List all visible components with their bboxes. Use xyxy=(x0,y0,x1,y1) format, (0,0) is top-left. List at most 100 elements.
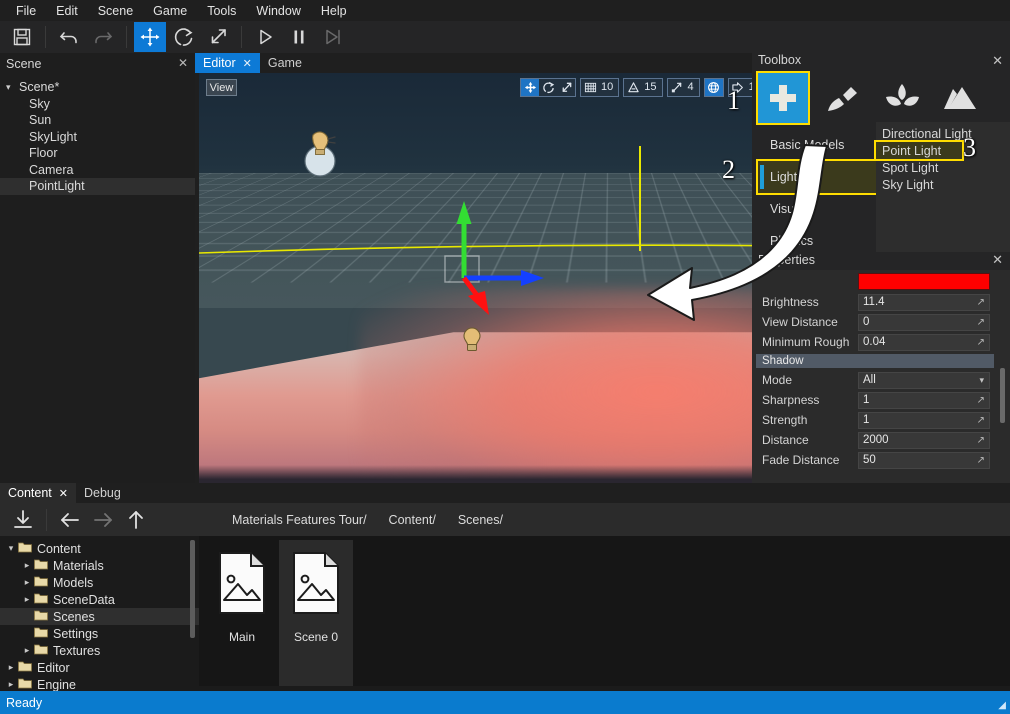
scene-tree-item-camera[interactable]: Camera xyxy=(0,162,195,179)
flyout-item-point-light[interactable]: Point Light xyxy=(874,140,964,161)
rotate-tool-button[interactable] xyxy=(168,22,200,52)
flyout-item-directional-light[interactable]: Directional Light xyxy=(876,125,1010,142)
grid-snap-toggle[interactable] xyxy=(581,79,599,96)
properties-scrollbar[interactable] xyxy=(1000,368,1005,423)
import-button[interactable] xyxy=(8,506,38,534)
toolbox-category-lights[interactable]: Lights xyxy=(756,159,880,195)
point-light-billboard-icon[interactable] xyxy=(457,326,487,365)
minimum-roughness-field[interactable]: 0.04 ↗ xyxy=(858,333,990,351)
translate-tool-button[interactable] xyxy=(134,22,166,52)
scale-snap-toggle[interactable] xyxy=(557,79,575,96)
menu-item-scene[interactable]: Scene xyxy=(88,2,143,20)
breadcrumb-item-content[interactable]: Content/ xyxy=(389,513,436,527)
shadow-strength-field[interactable]: 1 ↗ xyxy=(858,411,990,429)
asset-item-scene-0[interactable]: Scene 0 xyxy=(279,540,353,686)
content-tree-item-settings[interactable]: Settings xyxy=(0,625,199,642)
forward-button[interactable] xyxy=(88,506,118,534)
scale-snap-value[interactable]: 4 xyxy=(686,79,699,96)
save-button[interactable] xyxy=(6,22,38,52)
chevron-down-icon[interactable]: ▾ xyxy=(979,375,984,386)
menu-item-game[interactable]: Game xyxy=(143,2,197,20)
close-icon[interactable]: ✕ xyxy=(992,252,1003,268)
content-tree-item-editor[interactable]: ▸ Editor xyxy=(0,659,199,676)
resize-grip-icon[interactable]: ◢ xyxy=(998,700,1006,711)
menu-item-file[interactable]: File xyxy=(6,2,46,20)
shadow-distance-field[interactable]: 2000 ↗ xyxy=(858,431,990,449)
breadcrumb-item-project[interactable]: Materials Features Tour/ xyxy=(232,513,367,527)
content-tree-item-scenedata[interactable]: ▸ SceneData xyxy=(0,591,199,608)
scene-tree-item-sun[interactable]: Sun xyxy=(0,112,195,129)
up-button[interactable] xyxy=(121,506,151,534)
scale-snap-value-toggle[interactable] xyxy=(668,79,686,96)
translate-snap-toggle[interactable] xyxy=(521,79,539,96)
pause-button[interactable] xyxy=(283,22,315,52)
chevron-down-icon[interactable]: ▾ xyxy=(4,543,18,554)
shadow-fade-distance-field[interactable]: 50 ↗ xyxy=(858,451,990,469)
scene-tree-item-root[interactable]: ▾ Scene* xyxy=(0,79,195,96)
back-button[interactable] xyxy=(55,506,85,534)
grid-snap-value[interactable]: 10 xyxy=(599,79,618,96)
paint-tab[interactable] xyxy=(818,73,868,123)
breadcrumb-item-scenes[interactable]: Scenes/ xyxy=(458,513,503,527)
spawn-tab[interactable] xyxy=(756,71,810,125)
play-button[interactable] xyxy=(249,22,281,52)
tab-game[interactable]: Game xyxy=(260,53,310,73)
scene-tree-item-floor[interactable]: Floor xyxy=(0,145,195,162)
chevron-right-icon[interactable]: ▸ xyxy=(20,645,34,656)
menu-item-tools[interactable]: Tools xyxy=(197,2,246,20)
scene-tree-item-sky[interactable]: Sky xyxy=(0,96,195,113)
light-color-swatch[interactable] xyxy=(858,272,990,290)
scale-tool-button[interactable] xyxy=(202,22,234,52)
drag-handle-icon[interactable]: ↗ xyxy=(977,415,985,426)
chevron-right-icon[interactable]: ▸ xyxy=(20,560,34,571)
content-tree-item-scenes[interactable]: Scenes xyxy=(0,608,199,625)
shadow-mode-select[interactable]: All ▾ xyxy=(858,371,990,389)
sun-light-billboard-icon[interactable] xyxy=(297,125,343,184)
menu-item-window[interactable]: Window xyxy=(246,2,310,20)
content-tree-item-models[interactable]: ▸ Models xyxy=(0,574,199,591)
drag-handle-icon[interactable]: ↗ xyxy=(977,455,985,466)
chevron-right-icon[interactable]: ▸ xyxy=(20,577,34,588)
content-tree-scrollbar[interactable] xyxy=(190,540,195,638)
rotate-snap-toggle[interactable] xyxy=(539,79,557,96)
flyout-item-sky-light[interactable]: Sky Light xyxy=(876,176,1010,193)
shadow-sharpness-field[interactable]: 1 ↗ xyxy=(858,391,990,409)
angle-snap-value[interactable]: 15 xyxy=(642,79,661,96)
asset-item-main[interactable]: Main xyxy=(205,540,279,686)
toolbox-category-visuals[interactable]: Visuals xyxy=(758,193,878,225)
drag-handle-icon[interactable]: ↗ xyxy=(977,395,985,406)
content-tree-item-content[interactable]: ▾ Content xyxy=(0,540,199,557)
brightness-field[interactable]: 11.4 ↗ xyxy=(858,293,990,311)
camera-speed-toggle[interactable] xyxy=(729,79,747,96)
world-space-toggle[interactable] xyxy=(704,79,723,96)
tab-debug[interactable]: Debug xyxy=(76,483,129,503)
foliage-tab[interactable] xyxy=(878,73,928,123)
view-distance-field[interactable]: 0 ↗ xyxy=(858,313,990,331)
scene-tree-item-pointlight[interactable]: PointLight xyxy=(0,178,195,195)
shadow-section-header[interactable]: Shadow xyxy=(756,354,994,368)
close-icon[interactable]: ✕ xyxy=(992,53,1003,69)
tab-editor[interactable]: Editor ✕ xyxy=(195,53,260,73)
close-icon[interactable]: ✕ xyxy=(59,487,68,500)
transform-gizmo[interactable] xyxy=(399,198,569,328)
close-icon[interactable]: ✕ xyxy=(178,56,188,70)
close-icon[interactable]: ✕ xyxy=(243,57,252,70)
view-menu-button[interactable]: View xyxy=(206,79,237,96)
menu-item-edit[interactable]: Edit xyxy=(46,2,88,20)
terrain-tab[interactable] xyxy=(938,73,988,123)
content-tree-item-materials[interactable]: ▸ Materials xyxy=(0,557,199,574)
drag-handle-icon[interactable]: ↗ xyxy=(977,297,985,308)
content-tree-item-textures[interactable]: ▸ Textures xyxy=(0,642,199,659)
chevron-right-icon[interactable]: ▸ xyxy=(4,679,18,690)
drag-handle-icon[interactable]: ↗ xyxy=(977,317,985,328)
scene-tree-item-skylight[interactable]: SkyLight xyxy=(0,129,195,146)
flyout-item-spot-light[interactable]: Spot Light xyxy=(876,159,1010,176)
drag-handle-icon[interactable]: ↗ xyxy=(977,435,985,446)
chevron-right-icon[interactable]: ▸ xyxy=(20,594,34,605)
chevron-down-icon[interactable]: ▾ xyxy=(6,82,19,93)
angle-snap-toggle[interactable] xyxy=(624,79,642,96)
drag-handle-icon[interactable]: ↗ xyxy=(977,337,985,348)
menu-item-help[interactable]: Help xyxy=(311,2,357,20)
toolbox-category-basic-models[interactable]: Basic Models xyxy=(758,129,878,161)
step-forward-button[interactable] xyxy=(317,22,349,52)
